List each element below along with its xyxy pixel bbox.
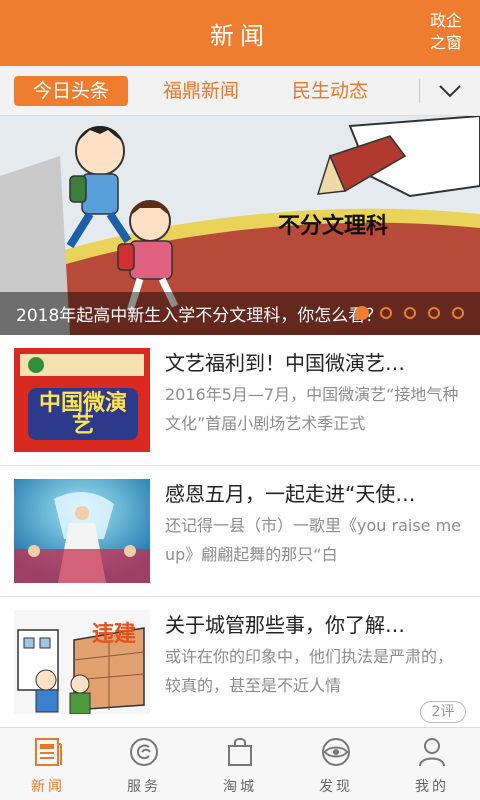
tab-fuding-news[interactable]: 福鼎新闻 (150, 76, 252, 106)
discover-eye-icon (322, 738, 350, 766)
nav-discover[interactable]: 发现 (288, 728, 384, 800)
tab-today-headlines[interactable]: 今日头条 (14, 76, 128, 106)
news-summary: 还记得一县（市）一歌里《you raise me up》翩翩起舞的那只“白 (165, 516, 462, 564)
category-tabs: 今日头条 福鼎新闻 民生动态 (0, 66, 480, 116)
nav-news[interactable]: 新闻 (0, 728, 96, 800)
page-title: 新闻 (210, 21, 270, 50)
news-list-item[interactable]: 中国微演艺 文艺福利到！中国微演艺… 2016年5月—7月，中国微演艺“接地气种… (0, 335, 480, 466)
slide-indicator-2[interactable] (380, 307, 392, 319)
nav-label: 新闻 (31, 779, 65, 795)
nav-label: 我的 (415, 779, 449, 795)
news-title: 关于城管那些事，你了解… (165, 613, 405, 637)
news-title: 感恩五月，一起走进“天使… (165, 482, 416, 506)
slide-indicator-4[interactable] (428, 307, 440, 319)
tab-livelihood[interactable]: 民生动态 (279, 76, 381, 106)
app-header: 新闻 政企之窗 (0, 0, 480, 66)
news-icon (35, 738, 62, 766)
bottom-tab-bar: 新闻 服务 淘城 发现 我的 (0, 727, 480, 800)
slide-indicator-5[interactable] (452, 307, 464, 319)
nav-label: 淘城 (223, 779, 257, 795)
nav-label: 服务 (127, 779, 161, 795)
news-title: 文艺福利到！中国微演艺… (165, 351, 405, 375)
nav-label: 发现 (319, 779, 353, 795)
slide-indicator-1[interactable] (355, 306, 369, 320)
nav-service[interactable]: 服务 (96, 728, 192, 800)
news-list-item[interactable]: 感恩五月，一起走进“天使… 还记得一县（市）一歌里《you raise me u… (0, 466, 480, 597)
thumbnail-text: 中国微演艺 (38, 391, 127, 438)
user-icon (419, 738, 445, 767)
banner-image-text: 不分文理科 (278, 214, 389, 239)
tab-divider (419, 79, 420, 103)
nav-shop[interactable]: 淘城 (192, 728, 288, 800)
thumbnail-text: 违建 (92, 622, 137, 647)
news-thumbnail (14, 479, 150, 583)
comment-count-badge[interactable]: 2评 (420, 701, 466, 723)
news-summary: 或许在你的印象中，他们执法是严肃的，较真的，甚至是不近人情 (165, 647, 454, 695)
news-list-item[interactable]: 违建 关于城管那些事，你了解… 或许在你的印象中，他们执法是严肃的，较真的，甚至… (0, 597, 480, 728)
service-icon (130, 738, 158, 766)
gov-window-link[interactable]: 政企之窗 (426, 10, 466, 54)
shopping-bag-icon (228, 738, 252, 766)
slide-indicator-3[interactable] (404, 307, 416, 319)
nav-profile[interactable]: 我的 (384, 728, 480, 800)
news-thumbnail: 中国微演艺 (14, 348, 150, 452)
chevron-down-icon[interactable] (438, 81, 462, 101)
news-thumbnail: 违建 (14, 610, 150, 714)
news-summary: 2016年5月—7月，中国微演艺“接地气种文化”首届小剧场艺术季正式 (165, 385, 459, 433)
